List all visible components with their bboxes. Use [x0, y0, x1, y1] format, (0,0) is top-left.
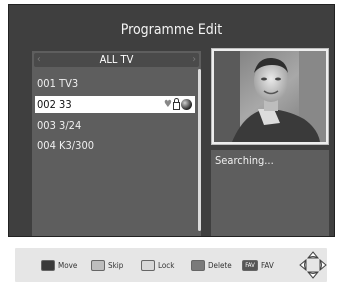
navigation-pad-icon	[299, 251, 327, 279]
legend-fav-label: FAV	[261, 260, 274, 270]
heart-icon: ♥	[163, 98, 172, 110]
legend-move: Move	[41, 258, 77, 272]
channel-label: 003 3/24	[37, 119, 82, 132]
legend-lock-label: Lock	[158, 260, 175, 270]
legend-lock: Lock	[141, 258, 174, 272]
channel-list-panel: ‹ ALL TV › 001 TV3 002 33 ♥ 003 3/24 004…	[32, 51, 201, 236]
legend-skip-label: Skip	[108, 260, 124, 270]
fav-key-icon: FAV	[242, 259, 258, 271]
move-key-icon	[41, 259, 55, 271]
channel-list-scrollbar[interactable]	[198, 69, 201, 231]
delete-key-icon	[191, 259, 205, 271]
lock-key-icon	[141, 259, 155, 271]
key-legend: Move Skip Lock Delete FAV FAV	[15, 248, 327, 282]
channel-label: 001 TV3	[37, 77, 79, 90]
lock-icon	[173, 98, 180, 110]
globe-icon	[181, 99, 192, 110]
legend-delete: Delete	[191, 258, 232, 272]
page-title: Programme Edit	[120, 22, 223, 38]
legend-skip: Skip	[91, 258, 123, 272]
channel-row[interactable]: 001 TV3	[35, 75, 195, 92]
legend-move-label: Move	[58, 260, 78, 270]
skip-key-icon	[91, 259, 105, 271]
group-next-arrow-icon[interactable]: ›	[192, 54, 196, 65]
info-panel: Searching...	[211, 150, 329, 236]
channel-flags: ♥	[164, 98, 192, 111]
channel-label: 002 33	[37, 98, 72, 111]
legend-delete-label: Delete	[208, 260, 232, 270]
tv-screen: Programme Edit ‹ ALL TV › 001 TV3 002 33…	[8, 4, 335, 237]
channel-row-selected[interactable]: 002 33 ♥	[35, 96, 195, 113]
legend-fav: FAV FAV	[242, 258, 274, 272]
channel-row[interactable]: 004 K3/300	[35, 137, 195, 154]
preview-image	[214, 51, 326, 142]
channel-group-label: ALL TV	[99, 53, 134, 66]
channel-label: 004 K3/300	[37, 139, 95, 152]
video-preview	[211, 48, 329, 145]
status-text: Searching...	[215, 154, 274, 167]
channel-row[interactable]: 003 3/24	[35, 117, 195, 134]
channel-group-selector[interactable]: ‹ ALL TV ›	[34, 53, 199, 67]
